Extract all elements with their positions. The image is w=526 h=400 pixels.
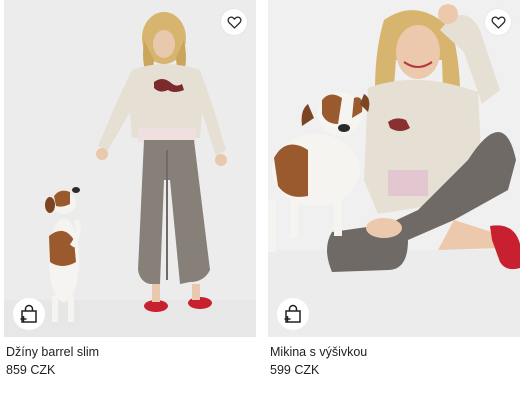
add-to-bag-button[interactable] [277, 298, 309, 330]
product-name[interactable]: Džíny barrel slim [6, 344, 256, 360]
heart-icon [490, 16, 506, 29]
product-card[interactable]: Mikina s výšivkou 599 CZK [268, 0, 520, 378]
shopping-bag-plus-icon [20, 304, 37, 323]
product-price: 599 CZK [270, 363, 320, 377]
product-photo-standing-model [4, 0, 256, 337]
heart-icon [226, 16, 242, 29]
product-image[interactable] [4, 0, 256, 337]
product-image[interactable] [268, 0, 520, 337]
product-price: 859 CZK [6, 363, 56, 377]
wishlist-button[interactable] [221, 9, 247, 35]
product-card[interactable]: Džíny barrel slim 859 CZK [4, 0, 256, 378]
add-to-bag-button[interactable] [13, 298, 45, 330]
product-name[interactable]: Mikina s výšivkou [270, 344, 520, 360]
shopping-bag-plus-icon [284, 304, 301, 323]
product-photo-sitting-model [268, 0, 520, 337]
wishlist-button[interactable] [485, 9, 511, 35]
